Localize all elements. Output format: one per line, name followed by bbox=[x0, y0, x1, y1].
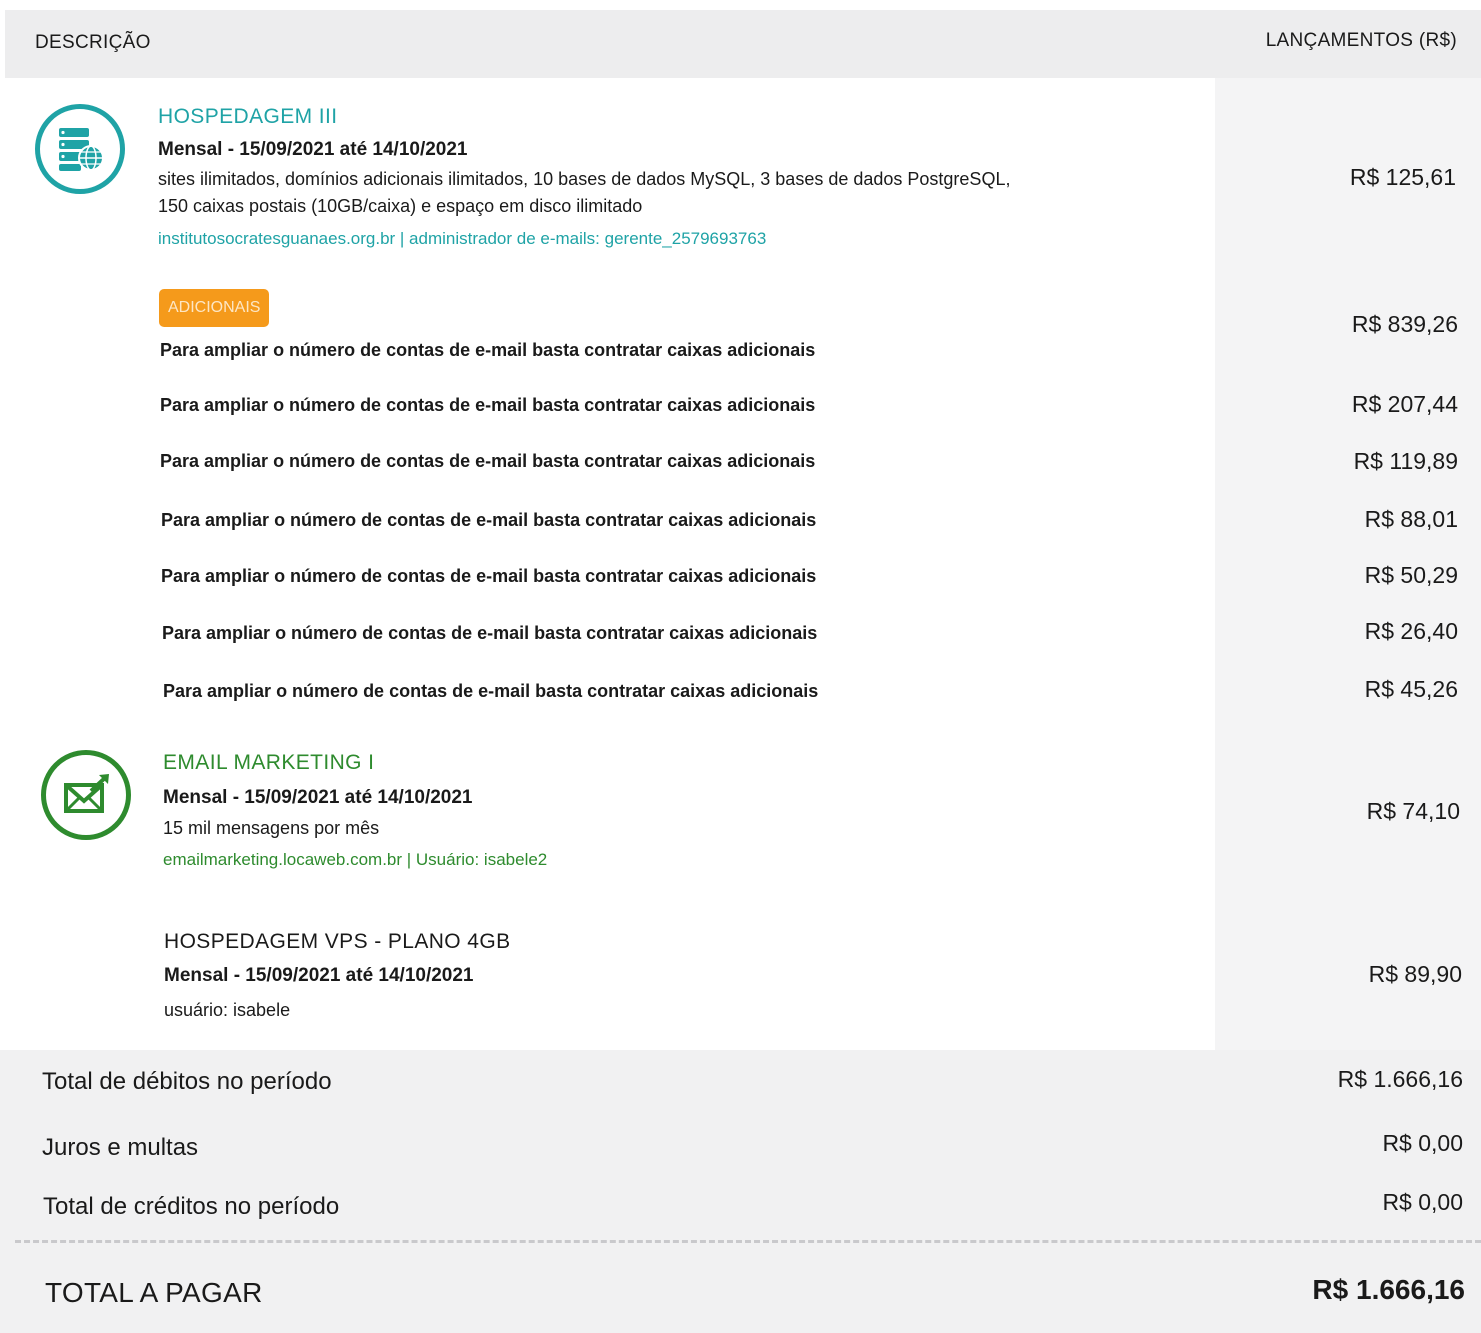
additional-row: Para ampliar o número de contas de e-mai… bbox=[163, 681, 819, 701]
additional-row: Para ampliar o número de contas de e-mai… bbox=[160, 340, 816, 360]
credits-amount: R$ 0,00 bbox=[1382, 1189, 1463, 1215]
additional-row: Para ampliar o número de contas de e-mai… bbox=[161, 510, 817, 530]
interest-amount: R$ 0,00 bbox=[1382, 1130, 1463, 1156]
vps-period: Mensal - 15/09/2021 até 14/10/2021 bbox=[164, 965, 474, 986]
hosting-amount: R$ 125,61 bbox=[1349, 164, 1456, 190]
credits-label: Total de créditos no período bbox=[43, 1193, 340, 1220]
envelope-arrow-icon bbox=[41, 750, 131, 840]
hosting-title: HOSPEDAGEM III bbox=[158, 105, 338, 128]
additional-row: Para ampliar o número de contas de e-mai… bbox=[160, 451, 816, 471]
additionals-header-amount: R$ 839,26 bbox=[1351, 311, 1458, 337]
vps-title: HOSPEDAGEM VPS - PLANO 4GB bbox=[164, 930, 511, 953]
entries-column-header: LANÇAMENTOS (R$) bbox=[1265, 30, 1457, 51]
additional-row: Para ampliar o número de contas de e-mai… bbox=[162, 623, 818, 643]
additional-amount: R$ 50,29 bbox=[1364, 562, 1458, 588]
hosting-period: Mensal - 15/09/2021 até 14/10/2021 bbox=[158, 139, 468, 160]
total-to-pay-amount: R$ 1.666,16 bbox=[1312, 1274, 1465, 1305]
additional-amount: R$ 88,01 bbox=[1364, 506, 1458, 532]
email-marketing-link[interactable]: emailmarketing.locaweb.com.br | Usuário:… bbox=[163, 850, 547, 870]
additional-amount: R$ 207,44 bbox=[1351, 391, 1458, 417]
email-marketing-period: Mensal - 15/09/2021 até 14/10/2021 bbox=[163, 787, 473, 808]
vps-details: usuário: isabele bbox=[164, 1000, 291, 1020]
additional-amount: R$ 45,26 bbox=[1364, 676, 1458, 702]
email-marketing-title: EMAIL MARKETING I bbox=[163, 751, 375, 774]
server-globe-icon bbox=[35, 104, 125, 194]
additionals-badge: ADICIONAIS bbox=[159, 289, 270, 327]
total-to-pay-label: TOTAL A PAGAR bbox=[45, 1277, 263, 1308]
debits-label: Total de débitos no período bbox=[42, 1068, 332, 1095]
table-header: DESCRIÇÃO LANÇAMENTOS (R$) bbox=[5, 10, 1481, 78]
additional-amount: R$ 26,40 bbox=[1364, 618, 1458, 644]
additional-amount: R$ 119,89 bbox=[1353, 448, 1458, 474]
vps-amount: R$ 89,90 bbox=[1368, 961, 1462, 987]
dashed-divider bbox=[15, 1240, 1481, 1243]
interest-label: Juros e multas bbox=[42, 1134, 199, 1161]
additional-row: Para ampliar o número de contas de e-mai… bbox=[160, 395, 816, 415]
hosting-details: sites ilimitados, domínios adicionais il… bbox=[158, 169, 1011, 216]
email-marketing-details: 15 mil mensagens por mês bbox=[163, 818, 380, 838]
email-marketing-amount: R$ 74,10 bbox=[1366, 798, 1460, 824]
description-column-header: DESCRIÇÃO bbox=[35, 32, 151, 53]
hosting-link[interactable]: institutosocratesguanaes.org.br | admini… bbox=[158, 229, 766, 249]
debits-amount: R$ 1.666,16 bbox=[1337, 1066, 1463, 1092]
additional-row: Para ampliar o número de contas de e-mai… bbox=[161, 566, 817, 586]
